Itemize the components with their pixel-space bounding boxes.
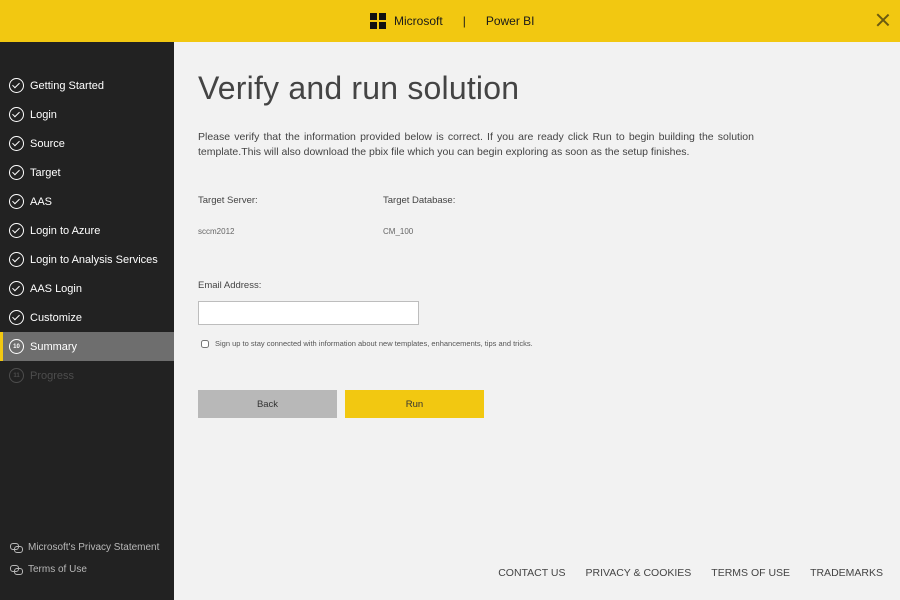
terms-of-use-link[interactable]: Terms of Use <box>10 558 159 580</box>
privacy-statement-link[interactable]: Microsoft's Privacy Statement <box>10 536 159 558</box>
check-circle-icon <box>9 310 24 325</box>
sidebar-links: Microsoft's Privacy Statement Terms of U… <box>10 536 159 580</box>
check-circle-icon <box>9 281 24 296</box>
link-label: Terms of Use <box>28 563 87 575</box>
step-target[interactable]: Target <box>0 158 174 187</box>
step-login[interactable]: Login <box>0 100 174 129</box>
target-server-value: sccm2012 <box>198 227 235 236</box>
signup-label: Sign up to stay connected with informati… <box>215 339 533 348</box>
footer-links: CONTACT US PRIVACY & COOKIES TERMS OF US… <box>498 567 883 579</box>
check-circle-icon <box>9 223 24 238</box>
target-server-label: Target Server: <box>198 195 258 206</box>
step-label: Summary <box>30 340 78 353</box>
brand-separator: | <box>462 14 466 28</box>
description: Please verify that the information provi… <box>198 131 754 158</box>
step-label: Getting Started <box>30 79 104 92</box>
step-aas[interactable]: AAS <box>0 187 174 216</box>
step-getting-started[interactable]: Getting Started <box>0 71 174 100</box>
step-number-icon: 10 <box>9 339 24 354</box>
product-name: Power BI <box>485 14 535 28</box>
check-circle-icon <box>9 165 24 180</box>
check-circle-icon <box>9 107 24 122</box>
link-label: Microsoft's Privacy Statement <box>28 541 160 553</box>
step-label: Progress <box>30 369 75 382</box>
step-label: Login <box>30 108 57 121</box>
back-button[interactable]: Back <box>198 390 337 418</box>
run-button[interactable]: Run <box>345 390 484 418</box>
link-icon <box>10 565 23 575</box>
step-label: Target <box>30 166 61 179</box>
contact-us-link[interactable]: CONTACT US <box>498 567 565 579</box>
top-bar: Microsoft | Power BI <box>0 0 900 42</box>
signup-checkbox[interactable] <box>201 339 209 348</box>
check-circle-icon <box>9 136 24 151</box>
check-circle-icon <box>9 78 24 93</box>
page-title: Verify and run solution <box>198 70 520 106</box>
step-label: Source <box>30 137 65 150</box>
step-summary[interactable]: 10 Summary <box>0 332 174 361</box>
target-database-value: CM_100 <box>383 227 414 236</box>
close-icon[interactable] <box>876 13 890 27</box>
step-number-icon: 11 <box>9 368 24 383</box>
link-icon <box>10 543 23 553</box>
step-label: Login to Azure <box>30 224 101 237</box>
email-input[interactable] <box>198 301 419 325</box>
step-label: Login to Analysis Services <box>30 253 158 266</box>
step-label: Customize <box>30 311 82 324</box>
step-login-to-analysis-services[interactable]: Login to Analysis Services <box>0 245 174 274</box>
step-label: AAS Login <box>30 282 82 295</box>
step-login-to-azure[interactable]: Login to Azure <box>0 216 174 245</box>
step-nav: Getting Started Login Source Target AAS … <box>0 71 174 390</box>
privacy-cookies-link[interactable]: PRIVACY & COOKIES <box>585 567 691 579</box>
check-circle-icon <box>9 194 24 209</box>
terms-of-use-footer-link[interactable]: TERMS OF USE <box>711 567 790 579</box>
step-progress: 11 Progress <box>0 361 174 390</box>
trademarks-link[interactable]: TRADEMARKS <box>810 567 883 579</box>
step-label: AAS <box>30 195 53 208</box>
signup-option[interactable]: Sign up to stay connected with informati… <box>201 339 533 348</box>
microsoft-logo-icon <box>370 13 386 29</box>
email-label: Email Address: <box>198 280 262 291</box>
step-source[interactable]: Source <box>0 129 174 158</box>
brand-name: Microsoft <box>394 14 443 28</box>
target-database-label: Target Database: <box>383 195 456 206</box>
step-customize[interactable]: Customize <box>0 303 174 332</box>
check-circle-icon <box>9 252 24 267</box>
brand: Microsoft | Power BI <box>370 12 535 30</box>
step-aas-login[interactable]: AAS Login <box>0 274 174 303</box>
sidebar: Getting Started Login Source Target AAS … <box>0 42 174 600</box>
